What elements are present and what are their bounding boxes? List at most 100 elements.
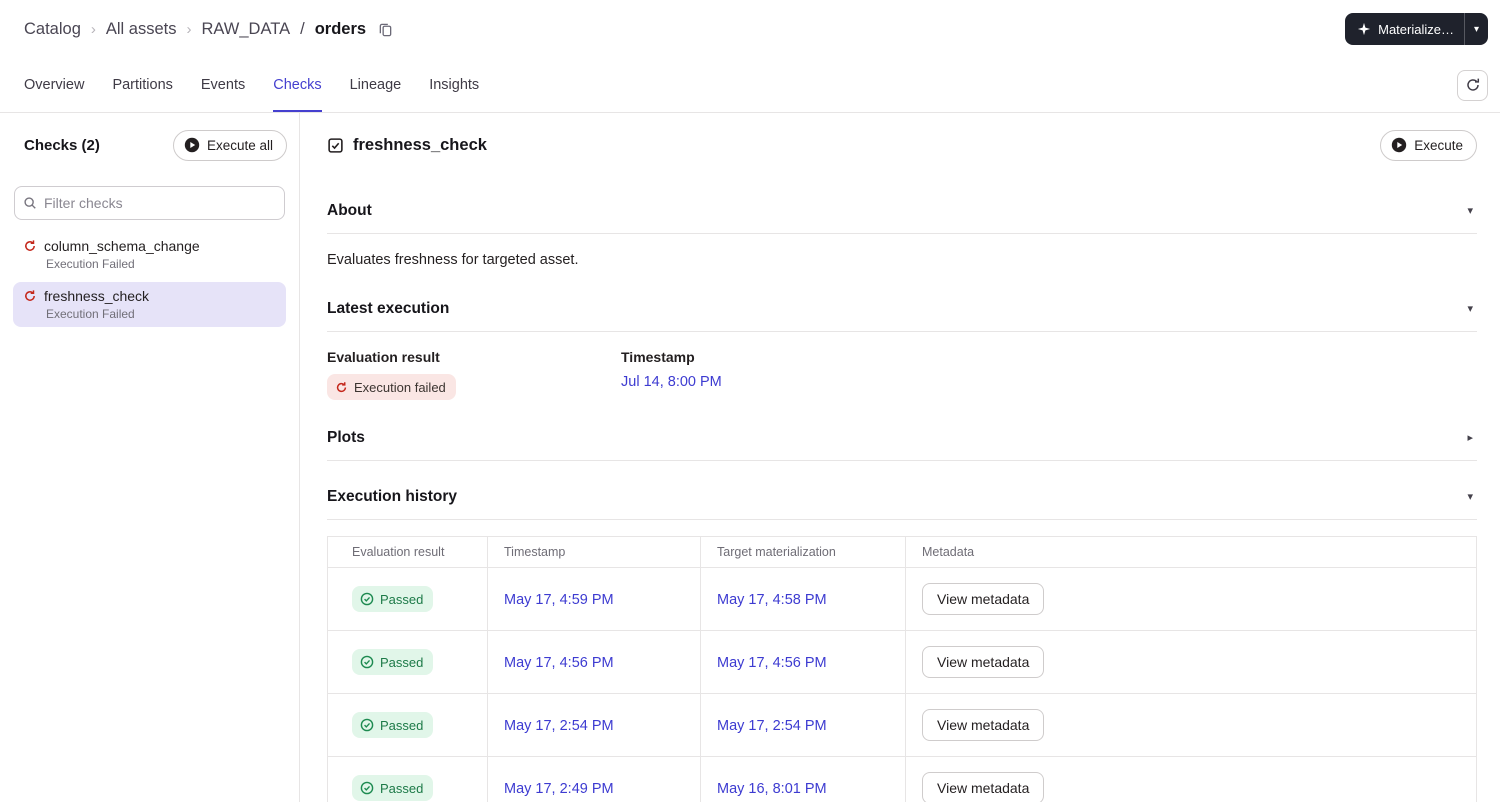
- timestamp-link[interactable]: May 17, 2:54 PM: [504, 718, 614, 734]
- passed-badge: Passed: [352, 649, 434, 675]
- copy-icon[interactable]: [378, 22, 393, 37]
- tab-bar: Overview Partitions Events Checks Lineag…: [0, 58, 1500, 113]
- execute-button[interactable]: Execute: [1380, 129, 1477, 161]
- evaluation-result-field: Evaluation result Execution failed: [327, 348, 621, 400]
- top-bar: Catalog › All assets › RAW_DATA / orders: [0, 0, 1500, 58]
- target-materialization-link[interactable]: May 17, 2:54 PM: [717, 718, 827, 734]
- sidebar-header: Checks (2) Execute all: [0, 129, 299, 161]
- check-list-item[interactable]: column_schema_change Execution Failed: [13, 232, 286, 277]
- filter-checks-input[interactable]: [14, 186, 285, 220]
- breadcrumb-all-assets[interactable]: All assets: [106, 20, 177, 39]
- passed-badge-label: Passed: [380, 654, 424, 670]
- execution-failed-badge-label: Execution failed: [354, 379, 446, 395]
- filter-checks-field: [14, 186, 285, 220]
- check-title: freshness_check: [353, 135, 487, 154]
- passed-badge-label: Passed: [380, 780, 424, 796]
- execution-failed-icon: [335, 381, 348, 394]
- timestamp-field: Timestamp Jul 14, 8:00 PM: [621, 348, 915, 400]
- checks-count-title: Checks (2): [24, 136, 100, 154]
- column-header-timestamp: Timestamp: [487, 536, 701, 568]
- refresh-button[interactable]: [1457, 69, 1488, 101]
- latest-execution-heading: Latest execution: [327, 300, 450, 317]
- target-materialization-link[interactable]: May 17, 4:58 PM: [717, 592, 827, 608]
- breadcrumb-asset-prefix[interactable]: RAW_DATA: [201, 20, 290, 39]
- column-header-evaluation-result: Evaluation result: [327, 536, 488, 568]
- execute-all-button[interactable]: Execute all: [172, 129, 287, 161]
- target-materialization-cell: May 16, 8:01 PM: [700, 756, 906, 802]
- timestamp-cell: May 17, 4:59 PM: [487, 567, 701, 631]
- execute-label: Execute: [1414, 137, 1463, 153]
- execute-all-label: Execute all: [206, 137, 273, 153]
- caret-down-icon[interactable]: ▾: [1463, 204, 1477, 219]
- target-materialization-link[interactable]: May 16, 8:01 PM: [717, 781, 827, 797]
- play-icon: [184, 137, 200, 153]
- result-cell: Passed: [327, 756, 488, 802]
- check-circle-icon: [360, 655, 374, 669]
- table-header-row: Evaluation result Timestamp Target mater…: [327, 536, 1477, 568]
- asset-check-icon: [327, 137, 344, 154]
- caret-down-icon[interactable]: ▾: [1463, 490, 1477, 505]
- latest-timestamp-link[interactable]: Jul 14, 8:00 PM: [621, 374, 915, 390]
- view-metadata-button[interactable]: View metadata: [922, 646, 1045, 678]
- execution-history-row: Passed May 17, 4:56 PM May 17, 4:56 PM V…: [327, 630, 1477, 694]
- tab[interactable]: Lineage: [350, 58, 402, 112]
- tab[interactable]: Overview: [24, 58, 84, 112]
- tab[interactable]: Insights: [429, 58, 479, 112]
- content: Checks (2) Execute all Filter checks col…: [0, 113, 1500, 802]
- timestamp-link[interactable]: May 17, 4:59 PM: [504, 592, 614, 608]
- passed-badge: Passed: [352, 775, 434, 801]
- timestamp-cell: May 17, 2:54 PM: [487, 693, 701, 757]
- target-materialization-cell: May 17, 2:54 PM: [700, 693, 906, 757]
- breadcrumb-asset-name: orders: [314, 19, 367, 38]
- execution-history-row: Passed May 17, 2:49 PM May 16, 8:01 PM V…: [327, 756, 1477, 802]
- chevron-right-icon: ›: [90, 21, 96, 38]
- breadcrumb-catalog[interactable]: Catalog: [24, 20, 81, 39]
- column-header-target-materialization: Target materialization: [700, 536, 906, 568]
- breadcrumb: Catalog › All assets › RAW_DATA / orders: [24, 20, 393, 39]
- view-metadata-button[interactable]: View metadata: [922, 772, 1045, 802]
- execution-failed-badge: Execution failed: [327, 374, 456, 400]
- check-list-item[interactable]: freshness_check Execution Failed: [13, 282, 286, 327]
- about-heading: About: [327, 202, 372, 219]
- column-header-metadata: Metadata: [905, 536, 1477, 568]
- tab[interactable]: Checks: [273, 58, 322, 112]
- execution-history-row: Passed May 17, 2:54 PM May 17, 2:54 PM V…: [327, 693, 1477, 757]
- plots-section: Plots ▸: [327, 416, 1477, 461]
- caret-down-icon[interactable]: ▾: [1463, 302, 1477, 317]
- about-section: About ▾ Evaluates freshness for targeted…: [327, 189, 1477, 287]
- search-icon: [23, 196, 37, 213]
- materialize-dropdown-caret-icon[interactable]: ▾: [1463, 13, 1488, 45]
- tabs: Overview Partitions Events Checks Lineag…: [24, 58, 479, 112]
- tab-bar-actions: [1457, 58, 1488, 112]
- target-materialization-link[interactable]: May 17, 4:56 PM: [717, 655, 827, 671]
- timestamp-link[interactable]: May 17, 4:56 PM: [504, 655, 614, 671]
- play-icon: [1391, 137, 1407, 153]
- metadata-cell: View metadata: [905, 756, 1477, 802]
- view-metadata-button[interactable]: View metadata: [922, 709, 1045, 741]
- metadata-cell: View metadata: [905, 567, 1477, 631]
- check-circle-icon: [360, 781, 374, 795]
- passed-badge-label: Passed: [380, 591, 424, 607]
- tab[interactable]: Events: [201, 58, 245, 112]
- view-metadata-button[interactable]: View metadata: [922, 583, 1045, 615]
- timestamp-label: Timestamp: [621, 349, 695, 365]
- tab[interactable]: Partitions: [112, 58, 172, 112]
- passed-badge: Passed: [352, 586, 434, 612]
- materialize-button-label: Materialize…: [1378, 21, 1454, 37]
- result-cell: Passed: [327, 693, 488, 757]
- timestamp-cell: May 17, 4:56 PM: [487, 630, 701, 694]
- plots-heading: Plots: [327, 429, 365, 446]
- check-header: freshness_check Execute: [327, 129, 1477, 161]
- sparkle-icon: [1357, 22, 1371, 36]
- metadata-cell: View metadata: [905, 630, 1477, 694]
- execution-history-row: Passed May 17, 4:59 PM May 17, 4:58 PM V…: [327, 567, 1477, 631]
- execution-history-heading: Execution history: [327, 488, 458, 505]
- checks-list: column_schema_change Execution Failed fr…: [0, 232, 299, 327]
- timestamp-cell: May 17, 2:49 PM: [487, 756, 701, 802]
- materialize-button[interactable]: Materialize…: [1345, 13, 1464, 45]
- check-name: column_schema_change: [44, 238, 200, 254]
- check-circle-icon: [360, 718, 374, 732]
- metadata-cell: View metadata: [905, 693, 1477, 757]
- timestamp-link[interactable]: May 17, 2:49 PM: [504, 781, 614, 797]
- caret-right-icon[interactable]: ▸: [1463, 431, 1477, 446]
